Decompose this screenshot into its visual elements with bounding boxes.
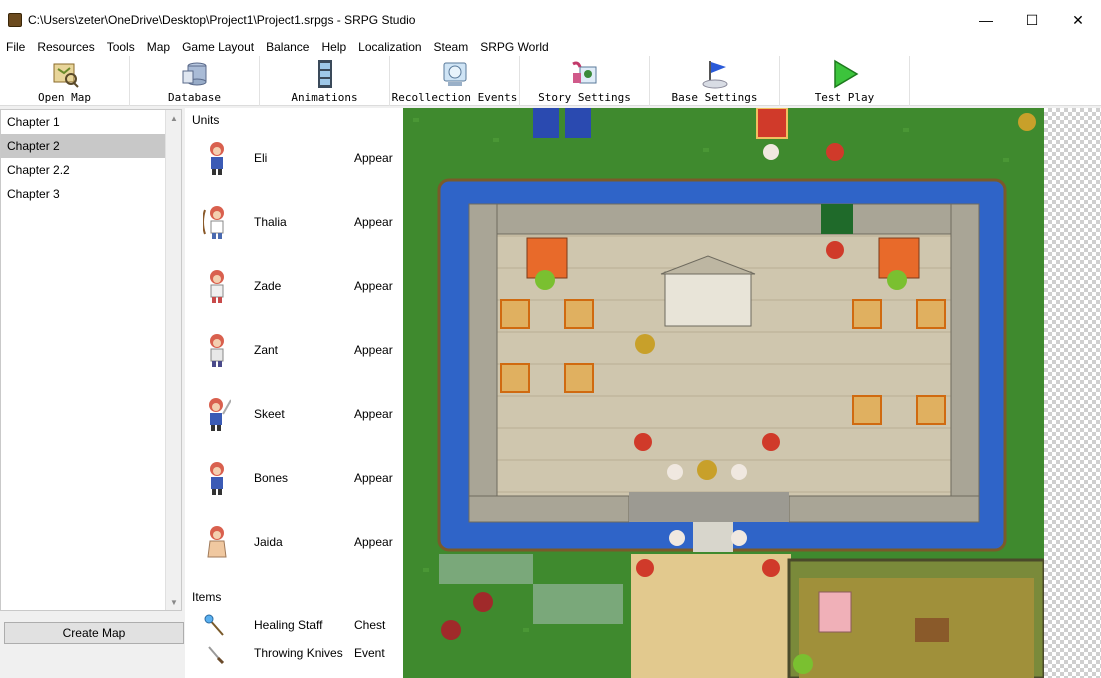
test-play-label: Test Play	[814, 91, 875, 104]
menu-steam[interactable]: Steam	[428, 38, 475, 56]
test-play-button[interactable]: Test Play	[780, 56, 910, 106]
unit-name: Thalia	[254, 215, 287, 229]
item-row[interactable]: Throwing Knives Event	[185, 639, 403, 667]
unit-name: Bones	[254, 471, 289, 485]
items-section-title: Items	[192, 590, 222, 604]
story-settings-button[interactable]: Story Settings	[520, 56, 650, 106]
story-settings-label: Story Settings	[538, 91, 631, 104]
base-settings-button[interactable]: Base Settings	[650, 56, 780, 106]
unit-row[interactable]: Jaida Appear	[185, 516, 403, 580]
recollection-icon	[440, 59, 470, 89]
chapter-item[interactable]: Chapter 3	[1, 182, 166, 206]
scroll-down-icon[interactable]: ▼	[166, 594, 181, 610]
unit-sprite-icon	[210, 142, 224, 175]
toolbar: Open Map Database Animations Recollectio…	[0, 56, 1101, 106]
open-map-label: Open Map	[38, 91, 91, 104]
animations-label: Animations	[291, 91, 358, 104]
menu-balance[interactable]: Balance	[260, 38, 315, 56]
menu-srpg-world[interactable]: SRPG World	[474, 38, 554, 56]
unit-row[interactable]: Skeet Appear	[185, 388, 403, 452]
unit-row[interactable]: Thalia Appear	[185, 196, 403, 260]
item-type: Chest	[354, 618, 386, 632]
unit-status: Appear	[354, 471, 393, 485]
unit-sprite-icon	[210, 270, 224, 303]
recollection-events-label: Recollection Events	[391, 91, 518, 104]
unit-name: Eli	[254, 151, 268, 165]
unit-sprite-icon	[207, 526, 227, 558]
open-map-icon	[50, 59, 80, 89]
test-play-icon	[830, 59, 860, 89]
units-section-title: Units	[192, 113, 220, 127]
map-canvas[interactable]	[403, 108, 1101, 678]
menu-game-layout[interactable]: Game Layout	[176, 38, 260, 56]
animations-button[interactable]: Animations	[260, 56, 390, 106]
map-tiles[interactable]	[403, 108, 1101, 678]
unit-sprite-icon	[209, 398, 231, 431]
chapter-item[interactable]: Chapter 2.2	[1, 158, 166, 182]
menu-resources[interactable]: Resources	[31, 38, 100, 56]
window-title: C:\Users\zeter\OneDrive\Desktop\Project1…	[28, 13, 416, 27]
scroll-up-icon[interactable]: ▲	[166, 110, 181, 126]
menu-tools[interactable]: Tools	[101, 38, 141, 56]
title-bar: C:\Users\zeter\OneDrive\Desktop\Project1…	[0, 0, 1101, 40]
chapter-item[interactable]: Chapter 1	[1, 110, 166, 134]
close-button[interactable]: ✕	[1055, 0, 1101, 40]
chapter-scrollbar[interactable]: ▲ ▼	[165, 110, 181, 610]
chapter-list[interactable]: Chapter 1 Chapter 2 Chapter 2.2 Chapter …	[0, 109, 182, 611]
recollection-events-button[interactable]: Recollection Events	[390, 56, 520, 106]
unit-name: Zade	[254, 279, 282, 293]
unit-name: Zant	[254, 343, 279, 357]
database-label: Database	[168, 91, 221, 104]
unit-status: Appear	[354, 151, 393, 165]
maximize-button[interactable]: ☐	[1009, 0, 1055, 40]
item-name: Healing Staff	[254, 618, 323, 632]
database-icon	[180, 59, 210, 89]
chapter-panel: Chapter 1 Chapter 2 Chapter 2.2 Chapter …	[0, 108, 184, 678]
menu-map[interactable]: Map	[141, 38, 176, 56]
item-type: Event	[354, 646, 385, 660]
unit-name: Jaida	[254, 535, 283, 549]
story-settings-icon	[570, 59, 600, 89]
base-settings-label: Base Settings	[671, 91, 758, 104]
staff-icon	[204, 614, 224, 636]
unit-row[interactable]: Bones Appear	[185, 452, 403, 516]
database-button[interactable]: Database	[130, 56, 260, 106]
unit-sprite-icon	[210, 334, 224, 367]
unit-status: Appear	[354, 279, 393, 293]
create-map-button[interactable]: Create Map	[4, 622, 184, 644]
open-map-button[interactable]: Open Map	[0, 56, 130, 106]
unit-status: Appear	[354, 343, 393, 357]
unit-name: Skeet	[254, 407, 285, 421]
item-row[interactable]: Healing Staff Chest	[185, 611, 403, 639]
unit-row[interactable]: Zant Appear	[185, 324, 403, 388]
menu-bar: File Resources Tools Map Game Layout Bal…	[0, 38, 1101, 56]
chapter-item-selected[interactable]: Chapter 2	[1, 134, 166, 158]
menu-file[interactable]: File	[0, 38, 31, 56]
menu-help[interactable]: Help	[315, 38, 352, 56]
unit-sprite-icon	[210, 462, 224, 495]
unit-status: Appear	[354, 407, 393, 421]
unit-status: Appear	[354, 215, 393, 229]
minimize-button[interactable]: —	[963, 0, 1009, 40]
unit-row[interactable]: Eli Appear	[185, 132, 403, 196]
knife-icon	[208, 646, 225, 665]
unit-sprite-icon	[203, 206, 224, 239]
unit-status: Appear	[354, 535, 393, 549]
menu-localization[interactable]: Localization	[352, 38, 427, 56]
item-name: Throwing Knives	[254, 646, 343, 660]
map-out-of-bounds	[1044, 108, 1101, 678]
animations-icon	[310, 59, 340, 89]
app-icon	[8, 13, 22, 27]
unit-row[interactable]: Zade Appear	[185, 260, 403, 324]
units-panel: Units Eli Appear Thalia Appear Zade Appe…	[185, 108, 403, 678]
base-settings-icon	[700, 59, 730, 89]
window-controls: — ☐ ✕	[963, 0, 1101, 40]
